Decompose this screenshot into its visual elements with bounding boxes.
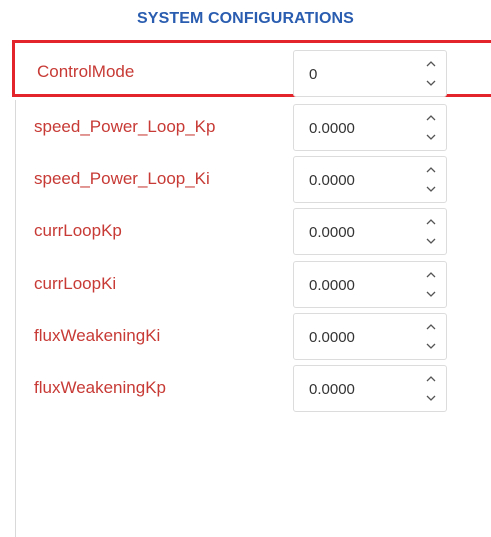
param-label-fluxweakeningki: fluxWeakeningKi [34, 326, 161, 345]
chevron-up-icon[interactable] [424, 268, 438, 282]
param-value[interactable]: 0.0000 [309, 105, 355, 152]
param-label-currloopki: currLoopKi [34, 274, 117, 293]
param-input-fluxweakeningki[interactable]: 0.0000 [293, 313, 447, 360]
param-value[interactable]: 0.0000 [309, 314, 355, 361]
param-label-controlmode: ControlMode [37, 62, 135, 81]
param-input-currloopkp[interactable]: 0.0000 [293, 208, 447, 255]
chevron-down-icon[interactable] [424, 339, 438, 353]
param-label-speed-power-loop-ki: speed_Power_Loop_Ki [34, 169, 210, 188]
param-input-speed-power-loop-kp[interactable]: 0.0000 [293, 104, 447, 151]
chevron-down-icon[interactable] [424, 182, 438, 196]
chevron-down-icon[interactable] [424, 234, 438, 248]
param-input-controlmode[interactable]: 0 [293, 50, 447, 97]
param-value[interactable]: 0.0000 [309, 157, 355, 204]
chevron-up-icon[interactable] [424, 320, 438, 334]
panel-left-border [15, 100, 16, 537]
chevron-down-icon[interactable] [424, 76, 438, 90]
param-value[interactable]: 0 [309, 51, 317, 98]
chevron-down-icon[interactable] [424, 391, 438, 405]
chevron-up-icon[interactable] [424, 215, 438, 229]
param-label-fluxweakeningkp: fluxWeakeningKp [34, 378, 166, 397]
param-value[interactable]: 0.0000 [309, 262, 355, 309]
chevron-up-icon[interactable] [424, 372, 438, 386]
param-label-currloopkp: currLoopKp [34, 221, 122, 240]
chevron-up-icon[interactable] [424, 111, 438, 125]
page-title: SYSTEM CONFIGURATIONS [137, 10, 354, 27]
param-value[interactable]: 0.0000 [309, 366, 355, 413]
param-label-speed-power-loop-kp: speed_Power_Loop_Kp [34, 117, 216, 136]
param-input-speed-power-loop-ki[interactable]: 0.0000 [293, 156, 447, 203]
param-input-fluxweakeningkp[interactable]: 0.0000 [293, 365, 447, 412]
chevron-up-icon[interactable] [424, 163, 438, 177]
chevron-up-icon[interactable] [424, 57, 438, 71]
param-input-currloopki[interactable]: 0.0000 [293, 261, 447, 308]
param-value[interactable]: 0.0000 [309, 209, 355, 256]
chevron-down-icon[interactable] [424, 287, 438, 301]
chevron-down-icon[interactable] [424, 130, 438, 144]
